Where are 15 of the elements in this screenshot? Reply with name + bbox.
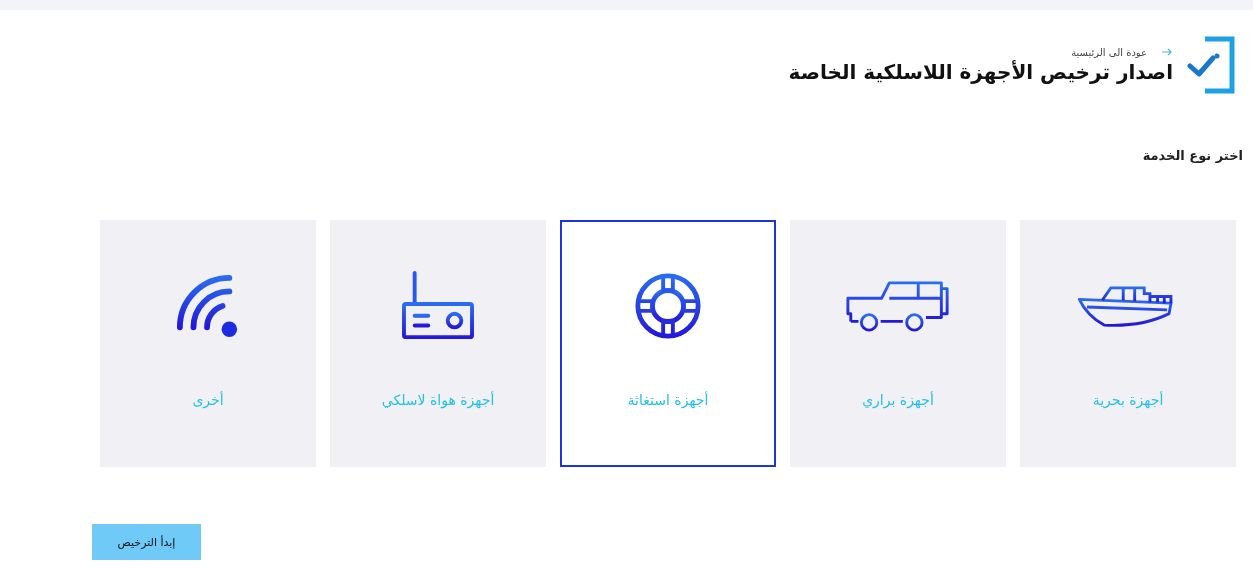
arrow-icon [1161, 48, 1173, 56]
service-card[interactable]: أخرى [100, 220, 316, 467]
service-card[interactable]: أجهزة استغاثة [560, 220, 776, 467]
page-title: اصدار ترخيص الأجهزة اللاسلكية الخاصة [788, 59, 1173, 84]
service-card[interactable]: أجهزة هواة لاسلكي [330, 220, 546, 467]
service-card[interactable]: أجهزة بحرية [1020, 220, 1236, 467]
section-label: اختر نوع الخدمة [1141, 147, 1244, 163]
signal-icon [176, 274, 240, 338]
radio-icon [401, 271, 475, 341]
start-button[interactable]: إبدأ الترخيص [92, 524, 201, 560]
checkmark-logo-icon [1187, 36, 1235, 94]
jeep-icon [845, 279, 951, 333]
service-card[interactable]: أجهزة براري [790, 220, 1006, 467]
back-link[interactable]: عودة الى الرئيسية [788, 46, 1173, 58]
lifebuoy-icon [634, 272, 702, 340]
